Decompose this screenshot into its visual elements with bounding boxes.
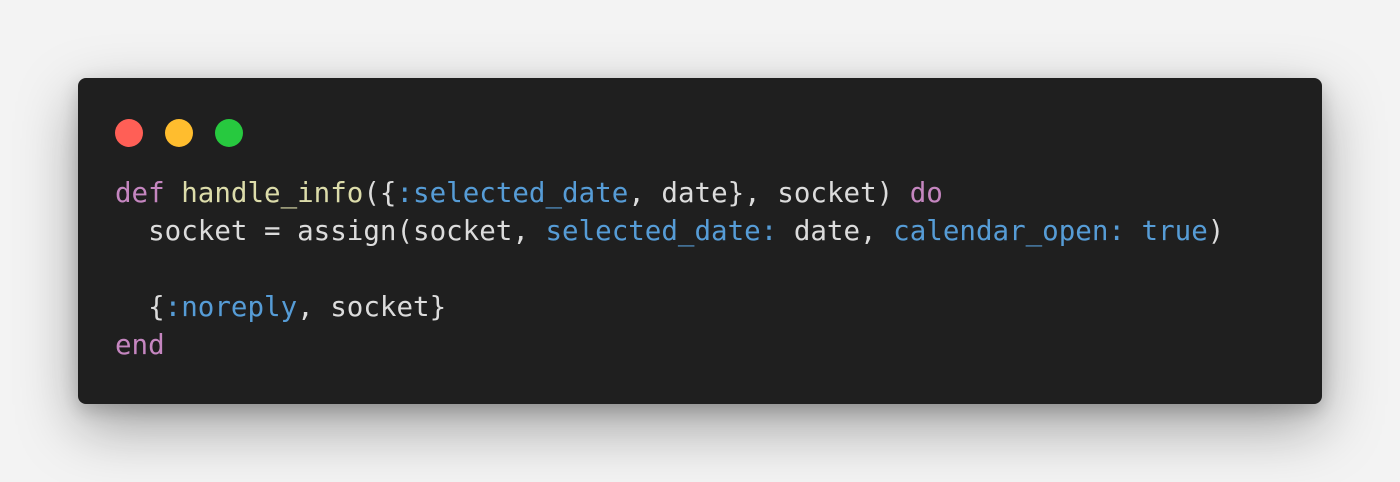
code-block: def handle_info({:selected_date, date}, … bbox=[115, 174, 1224, 364]
code-token-atom: :selected_date bbox=[396, 177, 629, 209]
code-token-atom: :noreply bbox=[164, 291, 298, 323]
code-line: ​ bbox=[115, 250, 1224, 288]
code-token-plain: { bbox=[115, 291, 165, 323]
code-window: def handle_info({:selected_date, date}, … bbox=[78, 78, 1322, 404]
code-token-atom: selected_date: bbox=[545, 215, 778, 247]
minimize-dot-icon bbox=[165, 119, 193, 147]
code-line: {:noreply, socket} bbox=[115, 288, 1224, 326]
code-line: socket = assign(socket, selected_date: d… bbox=[115, 212, 1224, 250]
canvas: def handle_info({:selected_date, date}, … bbox=[0, 0, 1400, 482]
code-token-fn: handle_info bbox=[181, 177, 364, 209]
code-token-plain: socket = assign(socket, bbox=[115, 215, 546, 247]
code-token-atom: calendar_open: bbox=[893, 215, 1125, 247]
code-token-plain: , socket} bbox=[297, 291, 447, 323]
code-token-plain: , date}, socket) bbox=[628, 177, 910, 209]
maximize-dot-icon bbox=[215, 119, 243, 147]
code-token-plain: date, bbox=[777, 215, 894, 247]
code-token-kw: do bbox=[909, 177, 943, 209]
code-token-kw: end bbox=[115, 329, 165, 361]
close-dot-icon bbox=[115, 119, 143, 147]
code-line: def handle_info({:selected_date, date}, … bbox=[115, 174, 1224, 212]
code-token-plain: ({ bbox=[363, 177, 397, 209]
code-token-atom: true bbox=[1141, 215, 1208, 247]
code-token-plain: ) bbox=[1207, 215, 1225, 247]
code-token-kw: def bbox=[115, 177, 165, 209]
code-line: end bbox=[115, 326, 1224, 364]
